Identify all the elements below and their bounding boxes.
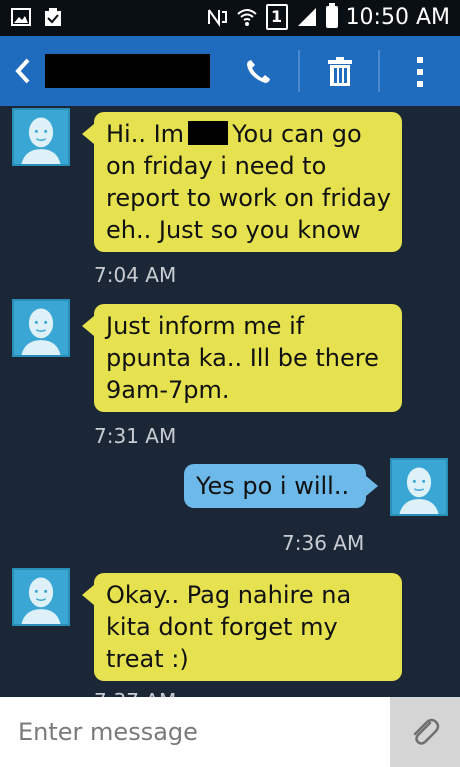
message-composer xyxy=(0,697,460,767)
conversation-header xyxy=(0,36,460,106)
person-avatar-icon xyxy=(14,570,68,624)
phone-icon xyxy=(247,60,270,83)
attach-button[interactable] xyxy=(390,697,460,767)
message-text: Yes po i will.. xyxy=(196,472,350,500)
signal-icon xyxy=(297,8,316,26)
conversation-thread[interactable]: Hi.. Im You can go on friday i need to re… xyxy=(0,106,460,697)
call-button[interactable] xyxy=(238,52,278,92)
person-avatar-icon xyxy=(392,460,446,514)
person-avatar-icon xyxy=(14,301,68,355)
my-avatar[interactable] xyxy=(390,458,448,516)
message-timestamp: 7:37 AM xyxy=(94,689,176,697)
message-timestamp: 7:36 AM xyxy=(282,531,365,555)
message-text: Hi.. Im xyxy=(106,120,185,148)
delete-button[interactable] xyxy=(320,52,360,92)
toolbar-separator xyxy=(378,50,380,92)
more-icon xyxy=(417,57,423,87)
nfc-icon xyxy=(207,9,227,28)
message-bubble-incoming[interactable]: Okay.. Pag nahire na kita dont forget my… xyxy=(82,573,402,681)
redacted-name xyxy=(188,121,229,145)
contact-avatar[interactable] xyxy=(12,568,70,626)
image-notification-icon xyxy=(11,8,31,26)
wifi-icon xyxy=(236,9,257,26)
message-bubble-incoming[interactable]: Just inform me if ppunta ka.. Ill be the… xyxy=(82,304,402,412)
toolbar-separator xyxy=(298,50,300,92)
message-bubble-outgoing[interactable]: Yes po i will.. xyxy=(184,464,378,508)
sim-icon: 1 xyxy=(265,4,288,30)
status-time: 10:50 AM xyxy=(345,4,450,30)
message-input[interactable] xyxy=(0,697,390,767)
message-timestamp: 7:04 AM xyxy=(94,263,177,287)
message-bubble-incoming[interactable]: Hi.. Im You can go on friday i need to re… xyxy=(82,112,402,252)
message-text: Just inform me if ppunta ka.. Ill be the… xyxy=(106,312,379,404)
message-timestamp: 7:31 AM xyxy=(94,424,177,448)
contact-avatar[interactable] xyxy=(12,108,70,166)
person-avatar-icon xyxy=(14,110,68,164)
more-button[interactable] xyxy=(400,52,440,92)
contact-name-redacted xyxy=(45,54,210,88)
battery-icon xyxy=(325,3,338,28)
clipboard-check-icon xyxy=(45,8,61,26)
contact-avatar[interactable] xyxy=(12,299,70,357)
paperclip-icon xyxy=(413,718,440,745)
message-text: Okay.. Pag nahire na kita dont forget my… xyxy=(106,581,352,673)
back-icon[interactable] xyxy=(12,56,34,86)
status-bar: 1 10:50 AM xyxy=(0,0,460,36)
delete-icon xyxy=(328,57,352,86)
